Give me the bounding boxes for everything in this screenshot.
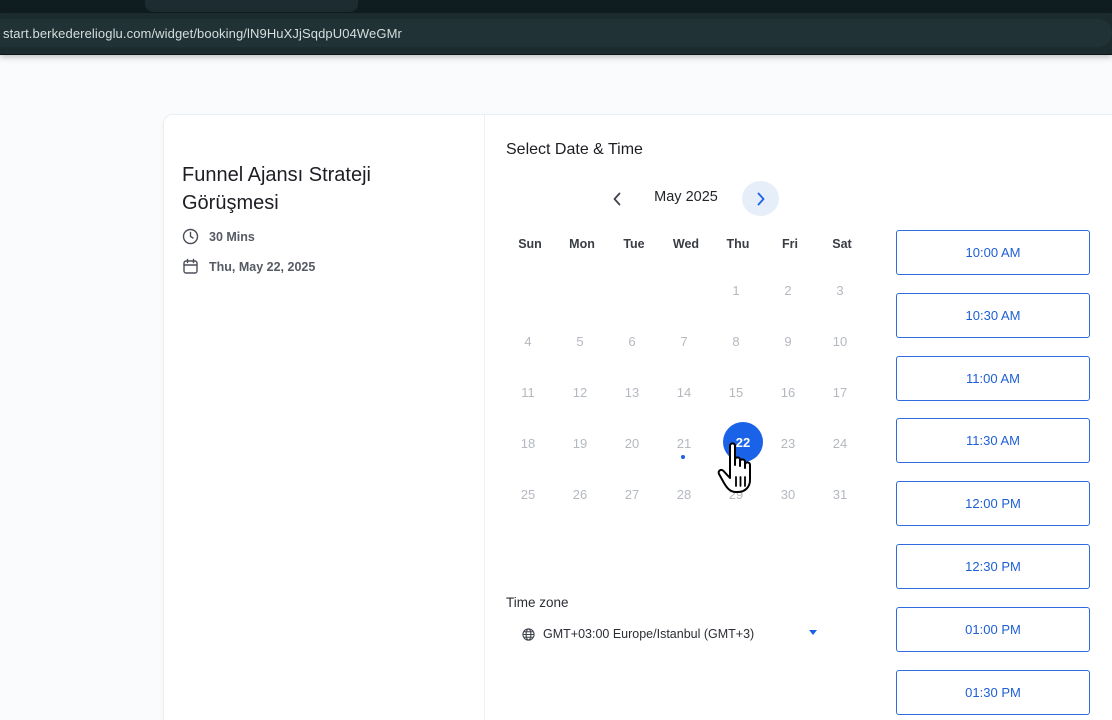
- weekday-header: Thu: [726, 237, 750, 251]
- address-bar[interactable]: start.berkederelioglu.com/widget/booking…: [0, 19, 1112, 47]
- calendar-day[interactable]: 19: [560, 423, 600, 463]
- calendar-day[interactable]: 13: [612, 372, 652, 412]
- weekday-header: Wed: [672, 237, 700, 251]
- browser-tab[interactable]: [145, 0, 358, 12]
- calendar-day[interactable]: 26: [560, 474, 600, 514]
- time-slot-button[interactable]: 10:30 AM: [896, 292, 1090, 338]
- weekday-header: Tue: [623, 237, 645, 251]
- calendar-day[interactable]: 20: [612, 423, 652, 463]
- clock-icon: [182, 228, 199, 245]
- time-slot-button[interactable]: 01:30 PM: [896, 669, 1090, 715]
- event-duration-row: 30 Mins: [182, 228, 255, 245]
- today-indicator-dot: [681, 455, 685, 459]
- weekday-header: Sun: [518, 237, 542, 251]
- calendar-day[interactable]: 16: [768, 372, 808, 412]
- calendar-day[interactable]: 18: [508, 423, 548, 463]
- calendar-day[interactable]: 6: [612, 321, 652, 361]
- time-slot-button[interactable]: 12:00 PM: [896, 481, 1090, 527]
- weekday-header: Sat: [832, 237, 852, 251]
- browser-tab-strip: [0, 0, 1112, 13]
- event-title: Funnel Ajansı Strateji Görüşmesi: [182, 164, 371, 214]
- timezone-label: Time zone: [506, 595, 569, 610]
- calendar-day[interactable]: 9: [768, 321, 808, 361]
- calendar-day-selected[interactable]: 22: [723, 422, 763, 462]
- select-date-time-heading: Select Date & Time: [506, 141, 643, 158]
- calendar-day[interactable]: 31: [820, 474, 860, 514]
- calendar-day[interactable]: 11: [508, 372, 548, 412]
- calendar-day[interactable]: 10: [820, 321, 860, 361]
- timezone-value: GMT+03:00 Europe/Istanbul (GMT+3): [543, 627, 755, 641]
- event-date: Thu, May 22, 2025: [209, 259, 316, 274]
- calendar-day[interactable]: 2: [768, 270, 808, 310]
- globe-icon: [522, 627, 535, 641]
- chevron-left-icon: [613, 192, 621, 206]
- calendar-day[interactable]: 30: [768, 474, 808, 514]
- calendar-day[interactable]: 24: [820, 423, 860, 463]
- time-slot-button[interactable]: 11:00 AM: [896, 355, 1090, 401]
- calendar-day[interactable]: 5: [560, 321, 600, 361]
- address-bar-url[interactable]: start.berkederelioglu.com/widget/booking…: [3, 26, 402, 41]
- time-slot-button[interactable]: 11:30 AM: [896, 418, 1090, 464]
- calendar-day[interactable]: 27: [612, 474, 652, 514]
- time-slot-button[interactable]: 01:00 PM: [896, 606, 1090, 652]
- event-date-row: Thu, May 22, 2025: [182, 258, 315, 275]
- month-label: May 2025: [654, 189, 718, 205]
- calendar-day[interactable]: 25: [508, 474, 548, 514]
- chevron-right-icon: [757, 192, 764, 205]
- calendar-day[interactable]: 8: [716, 321, 756, 361]
- calendar-day[interactable]: 28: [664, 474, 704, 514]
- calendar-day[interactable]: 29: [716, 474, 756, 514]
- event-duration: 30 Mins: [209, 229, 255, 244]
- time-slot-button[interactable]: 12:30 PM: [896, 544, 1090, 589]
- event-details-panel: Funnel Ajansı Strateji Görüşmesi 30 Mins…: [164, 115, 485, 720]
- calendar-day[interactable]: 14: [664, 372, 704, 412]
- previous-month-button[interactable]: [604, 186, 630, 212]
- calendar-day[interactable]: 1: [716, 270, 756, 310]
- weekday-header: Fri: [782, 237, 798, 251]
- weekday-header: Mon: [569, 237, 595, 251]
- calendar-day[interactable]: 4: [508, 321, 548, 361]
- calendar-day[interactable]: 3: [820, 270, 860, 310]
- time-slot-button[interactable]: 10:00 AM: [896, 230, 1090, 275]
- calendar-day[interactable]: 12: [560, 372, 600, 412]
- timezone-select[interactable]: GMT+03:00 Europe/Istanbul (GMT+3): [512, 620, 824, 648]
- calendar-day[interactable]: 15: [716, 372, 756, 412]
- calendar-day[interactable]: 7: [664, 321, 704, 361]
- caret-down-icon: [809, 630, 817, 635]
- browser-toolbar: start.berkederelioglu.com/widget/booking…: [0, 13, 1112, 55]
- calendar-day[interactable]: 23: [768, 423, 808, 463]
- next-month-button[interactable]: [742, 181, 779, 216]
- calendar-icon: [182, 258, 199, 275]
- calendar-day[interactable]: 17: [820, 372, 860, 412]
